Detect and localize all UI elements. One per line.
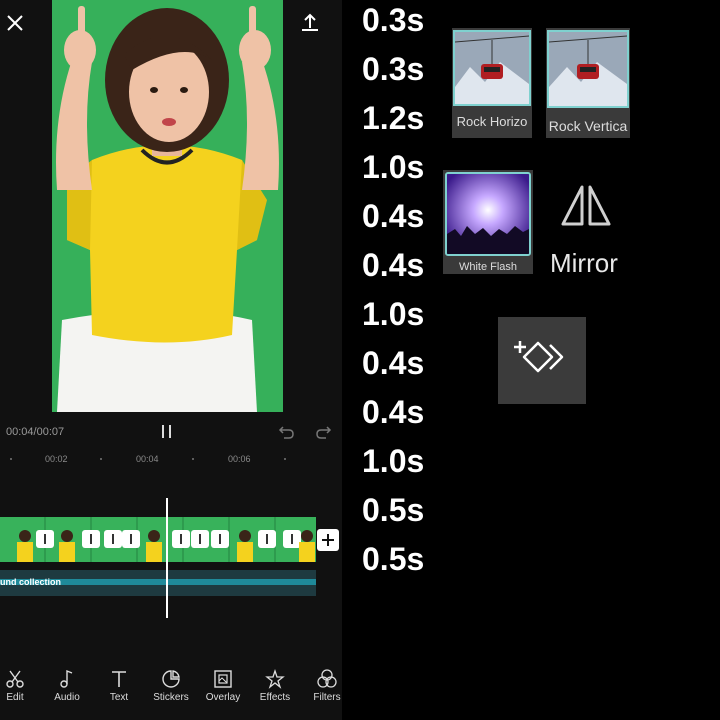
transition-marker[interactable] <box>82 530 100 548</box>
white-flash-thumbnail <box>445 172 531 256</box>
ruler-dot <box>10 458 12 460</box>
keyframe-add-icon <box>514 341 564 373</box>
clip-thumbnail <box>146 530 162 562</box>
duration-label: 1.0s <box>362 149 425 185</box>
effect-card-white-flash[interactable]: White Flash <box>443 170 533 274</box>
effect-name: Rock Horizo <box>456 114 528 129</box>
ruler-tick-label: 00:06 <box>228 454 251 464</box>
effect-name: White Flash <box>458 261 518 273</box>
tool-filters[interactable]: Filters <box>301 660 342 716</box>
cable-car-image <box>549 32 627 106</box>
clip-thumbnail <box>299 530 315 562</box>
tool-text[interactable]: Text <box>93 660 145 716</box>
duration-label: 0.5s <box>362 541 425 577</box>
redo-icon[interactable] <box>314 423 332 441</box>
concert-light-image <box>447 174 529 254</box>
transition-marker[interactable] <box>122 530 140 548</box>
music-note-icon <box>60 669 73 688</box>
rock-vertical-thumbnail <box>547 30 629 108</box>
rock-horizontal-thumbnail <box>453 30 531 106</box>
transition-marker[interactable] <box>211 530 229 548</box>
preview-person-image <box>52 0 283 412</box>
effect-name-mirror: Mirror <box>550 248 618 278</box>
ruler-tick-label: 00:04 <box>136 454 159 464</box>
video-preview[interactable] <box>52 0 283 412</box>
ruler-dot <box>192 458 194 460</box>
ruler-dot <box>100 458 102 460</box>
mirror-icon[interactable] <box>560 184 612 228</box>
duration-label: 0.4s <box>362 247 425 283</box>
tool-label: Audio <box>54 692 80 703</box>
tool-audio[interactable]: Audio <box>41 660 93 716</box>
duration-label: 0.4s <box>362 345 425 381</box>
tool-edit[interactable]: Edit <box>0 660 41 716</box>
video-editor-panel: 00:04/00:07 00:02 00:04 00:06 und collec… <box>0 0 342 720</box>
effect-card-rock-vertical[interactable]: Rock Vertica <box>546 28 630 138</box>
duration-label: 0.3s <box>362 2 425 38</box>
scissors-icon <box>6 670 24 688</box>
effect-card-rock-horizontal[interactable]: Rock Horizo <box>452 28 532 138</box>
duration-label: 0.4s <box>362 394 425 430</box>
timeline-ruler: 00:02 00:04 00:06 <box>0 448 342 468</box>
add-clip-button[interactable] <box>317 529 339 551</box>
tool-label: Effects <box>259 692 291 703</box>
transition-marker[interactable] <box>191 530 209 548</box>
clip-thumbnail <box>237 530 253 562</box>
duration-label: 1.0s <box>362 443 425 479</box>
playhead[interactable] <box>166 498 168 618</box>
audio-track[interactable]: und collection <box>0 570 316 596</box>
clip-thumbnail <box>59 530 75 562</box>
keyframe-button[interactable] <box>498 317 586 404</box>
effect-name: Rock Vertica <box>548 118 628 134</box>
duration-label: 1.0s <box>362 296 425 332</box>
undo-icon[interactable] <box>278 423 296 441</box>
timecode: 00:04/00:07 <box>6 426 65 438</box>
duration-label: 0.5s <box>362 492 425 528</box>
text-icon <box>112 671 126 687</box>
cable-car-image <box>455 32 529 104</box>
bottom-toolbar: Edit Audio Text Stickers Overlay Effects… <box>0 660 342 720</box>
tool-label: Stickers <box>153 692 189 703</box>
effects-sparkle-icon <box>265 668 285 689</box>
duration-label: 1.2s <box>362 100 425 136</box>
tool-stickers[interactable]: Stickers <box>145 660 197 716</box>
overlay-icon <box>214 670 232 688</box>
tool-label: Filters <box>313 692 341 703</box>
tool-label: Edit <box>6 692 24 703</box>
duration-label: 0.3s <box>362 51 425 87</box>
filters-icon <box>317 669 337 688</box>
ruler-tick-label: 00:02 <box>45 454 68 464</box>
sticker-icon <box>162 670 180 688</box>
video-clip-track[interactable] <box>0 517 316 562</box>
ruler-dot <box>284 458 286 460</box>
playback-controls: 00:04/00:07 <box>0 418 342 446</box>
transition-marker[interactable] <box>258 530 276 548</box>
clip-thumbnail <box>17 530 33 562</box>
pause-button[interactable] <box>159 424 175 440</box>
transition-marker[interactable] <box>36 530 54 548</box>
tool-overlay[interactable]: Overlay <box>197 660 249 716</box>
export-icon[interactable] <box>297 10 323 36</box>
tool-label: Text <box>109 692 129 703</box>
transition-marker[interactable] <box>104 530 122 548</box>
duration-label: 0.4s <box>362 198 425 234</box>
close-icon[interactable] <box>2 10 28 36</box>
tool-effects[interactable]: Effects <box>249 660 301 716</box>
tool-label: Overlay <box>205 692 241 703</box>
transition-marker[interactable] <box>172 530 190 548</box>
audio-track-label: und collection <box>0 577 62 587</box>
